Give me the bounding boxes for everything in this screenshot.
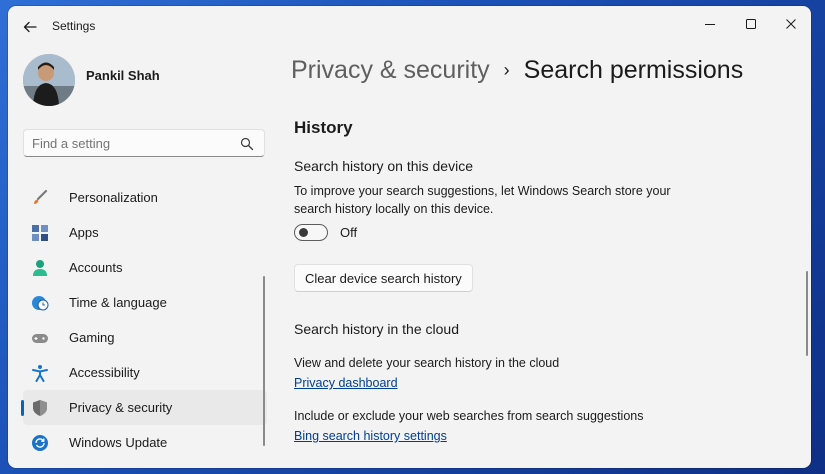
- search-icon[interactable]: [240, 137, 254, 151]
- device-history-title: Search history on this device: [294, 158, 473, 174]
- device-history-description: To improve your search suggestions, let …: [294, 184, 671, 216]
- cloud-include-text: Include or exclude your web searches fro…: [294, 409, 644, 423]
- user-name: Pankil Shah: [86, 68, 160, 83]
- arrow-left-icon: [23, 21, 37, 33]
- settings-window: Settings Pankil Shah Find a setting Pers…: [8, 6, 811, 468]
- toggle-state-label: Off: [340, 225, 358, 240]
- breadcrumb-parent[interactable]: Privacy & security: [291, 56, 490, 85]
- maximize-icon: [746, 19, 756, 29]
- privacy-dashboard-link[interactable]: Privacy dashboard: [294, 376, 398, 390]
- sidebar-item-privacy-security[interactable]: Privacy & security: [21, 390, 267, 425]
- bing-history-link[interactable]: Bing search history settings: [294, 429, 447, 443]
- sidebar-item-label: Gaming: [69, 330, 115, 345]
- toggle-knob: [299, 228, 308, 237]
- cloud-history-title: Search history in the cloud: [294, 321, 459, 337]
- search-box[interactable]: [23, 129, 265, 157]
- content-scrollbar[interactable]: [806, 271, 808, 356]
- sidebar-item-label: Apps: [69, 225, 99, 240]
- close-icon: [786, 19, 796, 29]
- minimize-icon: [705, 24, 715, 25]
- minimize-button[interactable]: [690, 10, 730, 38]
- search-input[interactable]: [32, 136, 232, 151]
- paintbrush-icon: [31, 189, 49, 207]
- person-icon: [31, 259, 49, 277]
- back-button[interactable]: [21, 18, 39, 36]
- shield-icon: [31, 399, 49, 417]
- sidebar-item-label: Time & language: [69, 295, 167, 310]
- sidebar-item-time-language[interactable]: Time & language: [23, 285, 267, 320]
- sidebar-item-accounts[interactable]: Accounts: [23, 250, 267, 285]
- accessibility-icon: [31, 364, 49, 382]
- cloud-view-text: View and delete your search history in t…: [294, 356, 560, 370]
- sidebar-item-label: Accessibility: [69, 365, 140, 380]
- update-icon: [31, 434, 49, 452]
- page-title: Search permissions: [523, 56, 744, 84]
- sidebar-item-accessibility[interactable]: Accessibility: [23, 355, 267, 390]
- close-button[interactable]: [771, 10, 811, 38]
- sidebar-item-personalization[interactable]: Personalization: [23, 180, 267, 215]
- sidebar-item-label: Privacy & security: [69, 400, 173, 415]
- sidebar-scrollbar[interactable]: [263, 276, 265, 446]
- globe-clock-icon: [31, 294, 49, 312]
- maximize-button[interactable]: [731, 10, 771, 38]
- section-heading-history: History: [294, 118, 353, 137]
- sidebar-item-gaming[interactable]: Gaming: [23, 320, 267, 355]
- title-bar: Settings: [8, 6, 811, 46]
- apps-icon: [31, 224, 49, 242]
- chevron-right-icon: ›: [503, 60, 510, 80]
- breadcrumb: Privacy & security › Search permissions: [291, 56, 743, 85]
- sidebar-item-label: Windows Update: [69, 435, 168, 450]
- gamepad-icon: [31, 329, 49, 347]
- sidebar-item-windows-update[interactable]: Windows Update: [23, 425, 267, 460]
- sidebar-item-label: Accounts: [69, 260, 123, 275]
- sidebar-item-label: Personalization: [69, 190, 158, 205]
- app-title: Settings: [52, 19, 96, 33]
- sidebar-item-apps[interactable]: Apps: [23, 215, 267, 250]
- device-history-toggle[interactable]: [294, 224, 328, 241]
- clear-device-history-button[interactable]: Clear device search history: [294, 264, 473, 292]
- sidebar-nav: Personalization Apps Accounts Time & lan…: [21, 180, 267, 460]
- avatar: [23, 54, 75, 106]
